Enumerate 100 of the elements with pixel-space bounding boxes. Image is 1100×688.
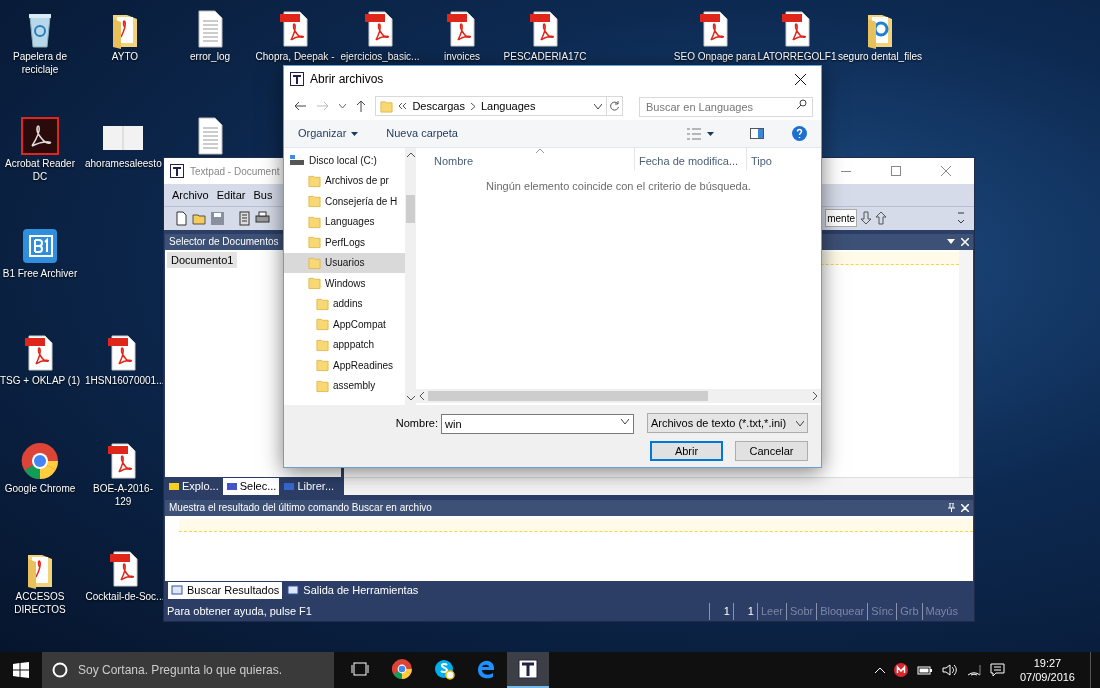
panel-tab[interactable]: Buscar Resultados: [168, 582, 283, 600]
scrollbar-thumb[interactable]: [406, 195, 415, 223]
panel-tab[interactable]: Selec...: [222, 477, 280, 495]
folder-tree-item[interactable]: Usuarios: [284, 252, 405, 273]
scrollbar[interactable]: [405, 148, 416, 405]
column-header[interactable]: Fecha de modifica...: [634, 148, 746, 170]
panel-tab[interactable]: Explo...: [165, 477, 222, 495]
breadcrumb-item[interactable]: Languages: [480, 97, 536, 115]
folder-tree-item[interactable]: assembly: [284, 375, 405, 396]
battery-icon[interactable]: [916, 664, 933, 676]
chrome-icon: [20, 441, 60, 481]
desktop-icon-label: BOE-A-2016-129: [92, 482, 154, 508]
folder-tree-item[interactable]: Windows: [284, 273, 405, 294]
column-header[interactable]: Nombre: [416, 148, 634, 170]
menu-item[interactable]: Editar: [216, 186, 246, 204]
caret-icon: [351, 131, 359, 136]
sort-caret-icon: [536, 148, 544, 153]
save-icon[interactable]: [210, 210, 225, 226]
tab-icon: [287, 585, 300, 597]
desktop-icon-label: Google Chrome: [3, 482, 77, 495]
chevron-up-icon[interactable]: [874, 667, 885, 673]
panel-header: Muestra el resultado del último comando Buscar en archivo: [165, 499, 973, 516]
folder-tree-item[interactable]: Languages: [284, 211, 405, 232]
filename-field[interactable]: win: [441, 414, 634, 434]
skype-icon: [433, 658, 455, 680]
field-label: Nombre:: [395, 415, 438, 431]
desktop-icon-label: AYTO: [110, 50, 140, 63]
column-header[interactable]: Tipo: [746, 148, 821, 170]
folder-icon: [316, 317, 329, 332]
menu-item[interactable]: Bus: [253, 186, 273, 204]
empty-list-message: Ningún elemento coincide con el criterio de búsqueda.: [486, 179, 751, 192]
chevron-down-icon: [621, 419, 629, 424]
preview-pane-button[interactable]: [750, 128, 764, 139]
textpad-icon: [517, 658, 539, 680]
dialog-button[interactable]: Abrir: [650, 441, 723, 461]
breadcrumb-item[interactable]: Descargas: [412, 97, 465, 115]
mega-icon[interactable]: [893, 663, 908, 677]
view-options-button[interactable]: [687, 127, 714, 140]
vertical-scrollbar[interactable]: [959, 249, 973, 477]
speaker-icon[interactable]: [941, 664, 958, 676]
file-type-dropdown[interactable]: Archivos de texto (*.txt,*.ini): [647, 413, 808, 433]
printer-icon[interactable]: [255, 210, 270, 226]
overflow-icon[interactable]: [958, 211, 964, 226]
left-arrow-icon: [294, 101, 307, 111]
horizontal-scrollbar[interactable]: [416, 389, 821, 403]
cortana-search-field[interactable]: Soy Cortana. Pregunta lo que quieras.: [42, 652, 334, 688]
menu-item[interactable]: Archivo: [172, 186, 209, 204]
desktop-icon-label: Chopra, Deepak -: [254, 50, 336, 63]
folder-icon: [308, 235, 321, 250]
address-bar[interactable]: Descargas Languages: [375, 96, 608, 116]
close-icon[interactable]: [961, 237, 969, 246]
desktop-icon-label: PESCADERIA17C: [503, 50, 587, 63]
status-indicator: Sobr: [785, 603, 817, 620]
search-field[interactable]: mente: [825, 209, 857, 228]
folder-tree-item[interactable]: AppCompat: [284, 314, 405, 335]
taskbar-app[interactable]: [507, 652, 549, 688]
desktop-icon-label: TSG + OKLAP (1): [0, 374, 82, 387]
toolbar-command[interactable]: Nueva carpeta: [386, 125, 458, 142]
folder-tree-item[interactable]: AppReadines: [284, 355, 405, 376]
panel-tab[interactable]: Librer...: [280, 477, 338, 495]
window-title: Textpad - Document: [190, 164, 280, 179]
dialog-button[interactable]: Cancelar: [735, 441, 808, 461]
toolbar-command[interactable]: Organizar: [298, 125, 359, 142]
right-arrow-icon: [317, 101, 330, 111]
maximize-icon: [891, 166, 901, 176]
scrollbar-thumb[interactable]: [428, 391, 708, 401]
clock[interactable]: 19:27 07/09/2016: [1013, 656, 1081, 684]
up-arrow-icon: [356, 100, 367, 112]
folder-icon: [308, 173, 321, 188]
desktop-icon-label: 1HSN16070001...: [85, 374, 161, 387]
status-text: Para obtener ayuda, pulse F1: [167, 604, 313, 620]
folder-tree-item[interactable]: apppatch: [284, 334, 405, 355]
status-indicator: Grb: [896, 603, 922, 620]
folder-tree-item[interactable]: Disco local (C:): [284, 150, 405, 171]
desktop-icon[interactable]: [18, 115, 62, 157]
notification-icon[interactable]: [989, 663, 1005, 677]
acrobat-icon: [20, 116, 60, 156]
refresh-button[interactable]: [606, 96, 623, 116]
cortana-circle-icon: [52, 662, 68, 678]
document-item[interactable]: Documento1: [167, 251, 238, 269]
tab-icon: [283, 480, 296, 492]
search-field[interactable]: Buscar en Languages: [639, 97, 813, 117]
desktop-icon-label: ahoramesaleesto: [85, 157, 161, 170]
folder-tree-item[interactable]: Consejería de H: [284, 191, 405, 212]
panel-tab[interactable]: Salida de Herramientas: [284, 582, 422, 600]
up-arrow-icon[interactable]: [875, 211, 887, 226]
folder-tree-item[interactable]: Archivos de pr: [284, 170, 405, 191]
dialog-title: Abrir archivos: [310, 71, 385, 88]
close-icon[interactable]: [961, 503, 969, 512]
status-indicator: Mayús: [921, 603, 961, 620]
caret-icon[interactable]: [947, 239, 955, 245]
chevron-right-icon: [813, 392, 818, 400]
pin-icon[interactable]: [948, 503, 955, 513]
wifi-icon[interactable]: [966, 664, 981, 676]
down-arrow-icon[interactable]: [860, 211, 872, 226]
help-button[interactable]: [792, 126, 807, 141]
refresh-icon: [609, 101, 620, 111]
folder-tree-item[interactable]: addins: [284, 293, 405, 314]
folder-icon: [316, 337, 329, 352]
new-file-icon[interactable]: [174, 210, 189, 226]
